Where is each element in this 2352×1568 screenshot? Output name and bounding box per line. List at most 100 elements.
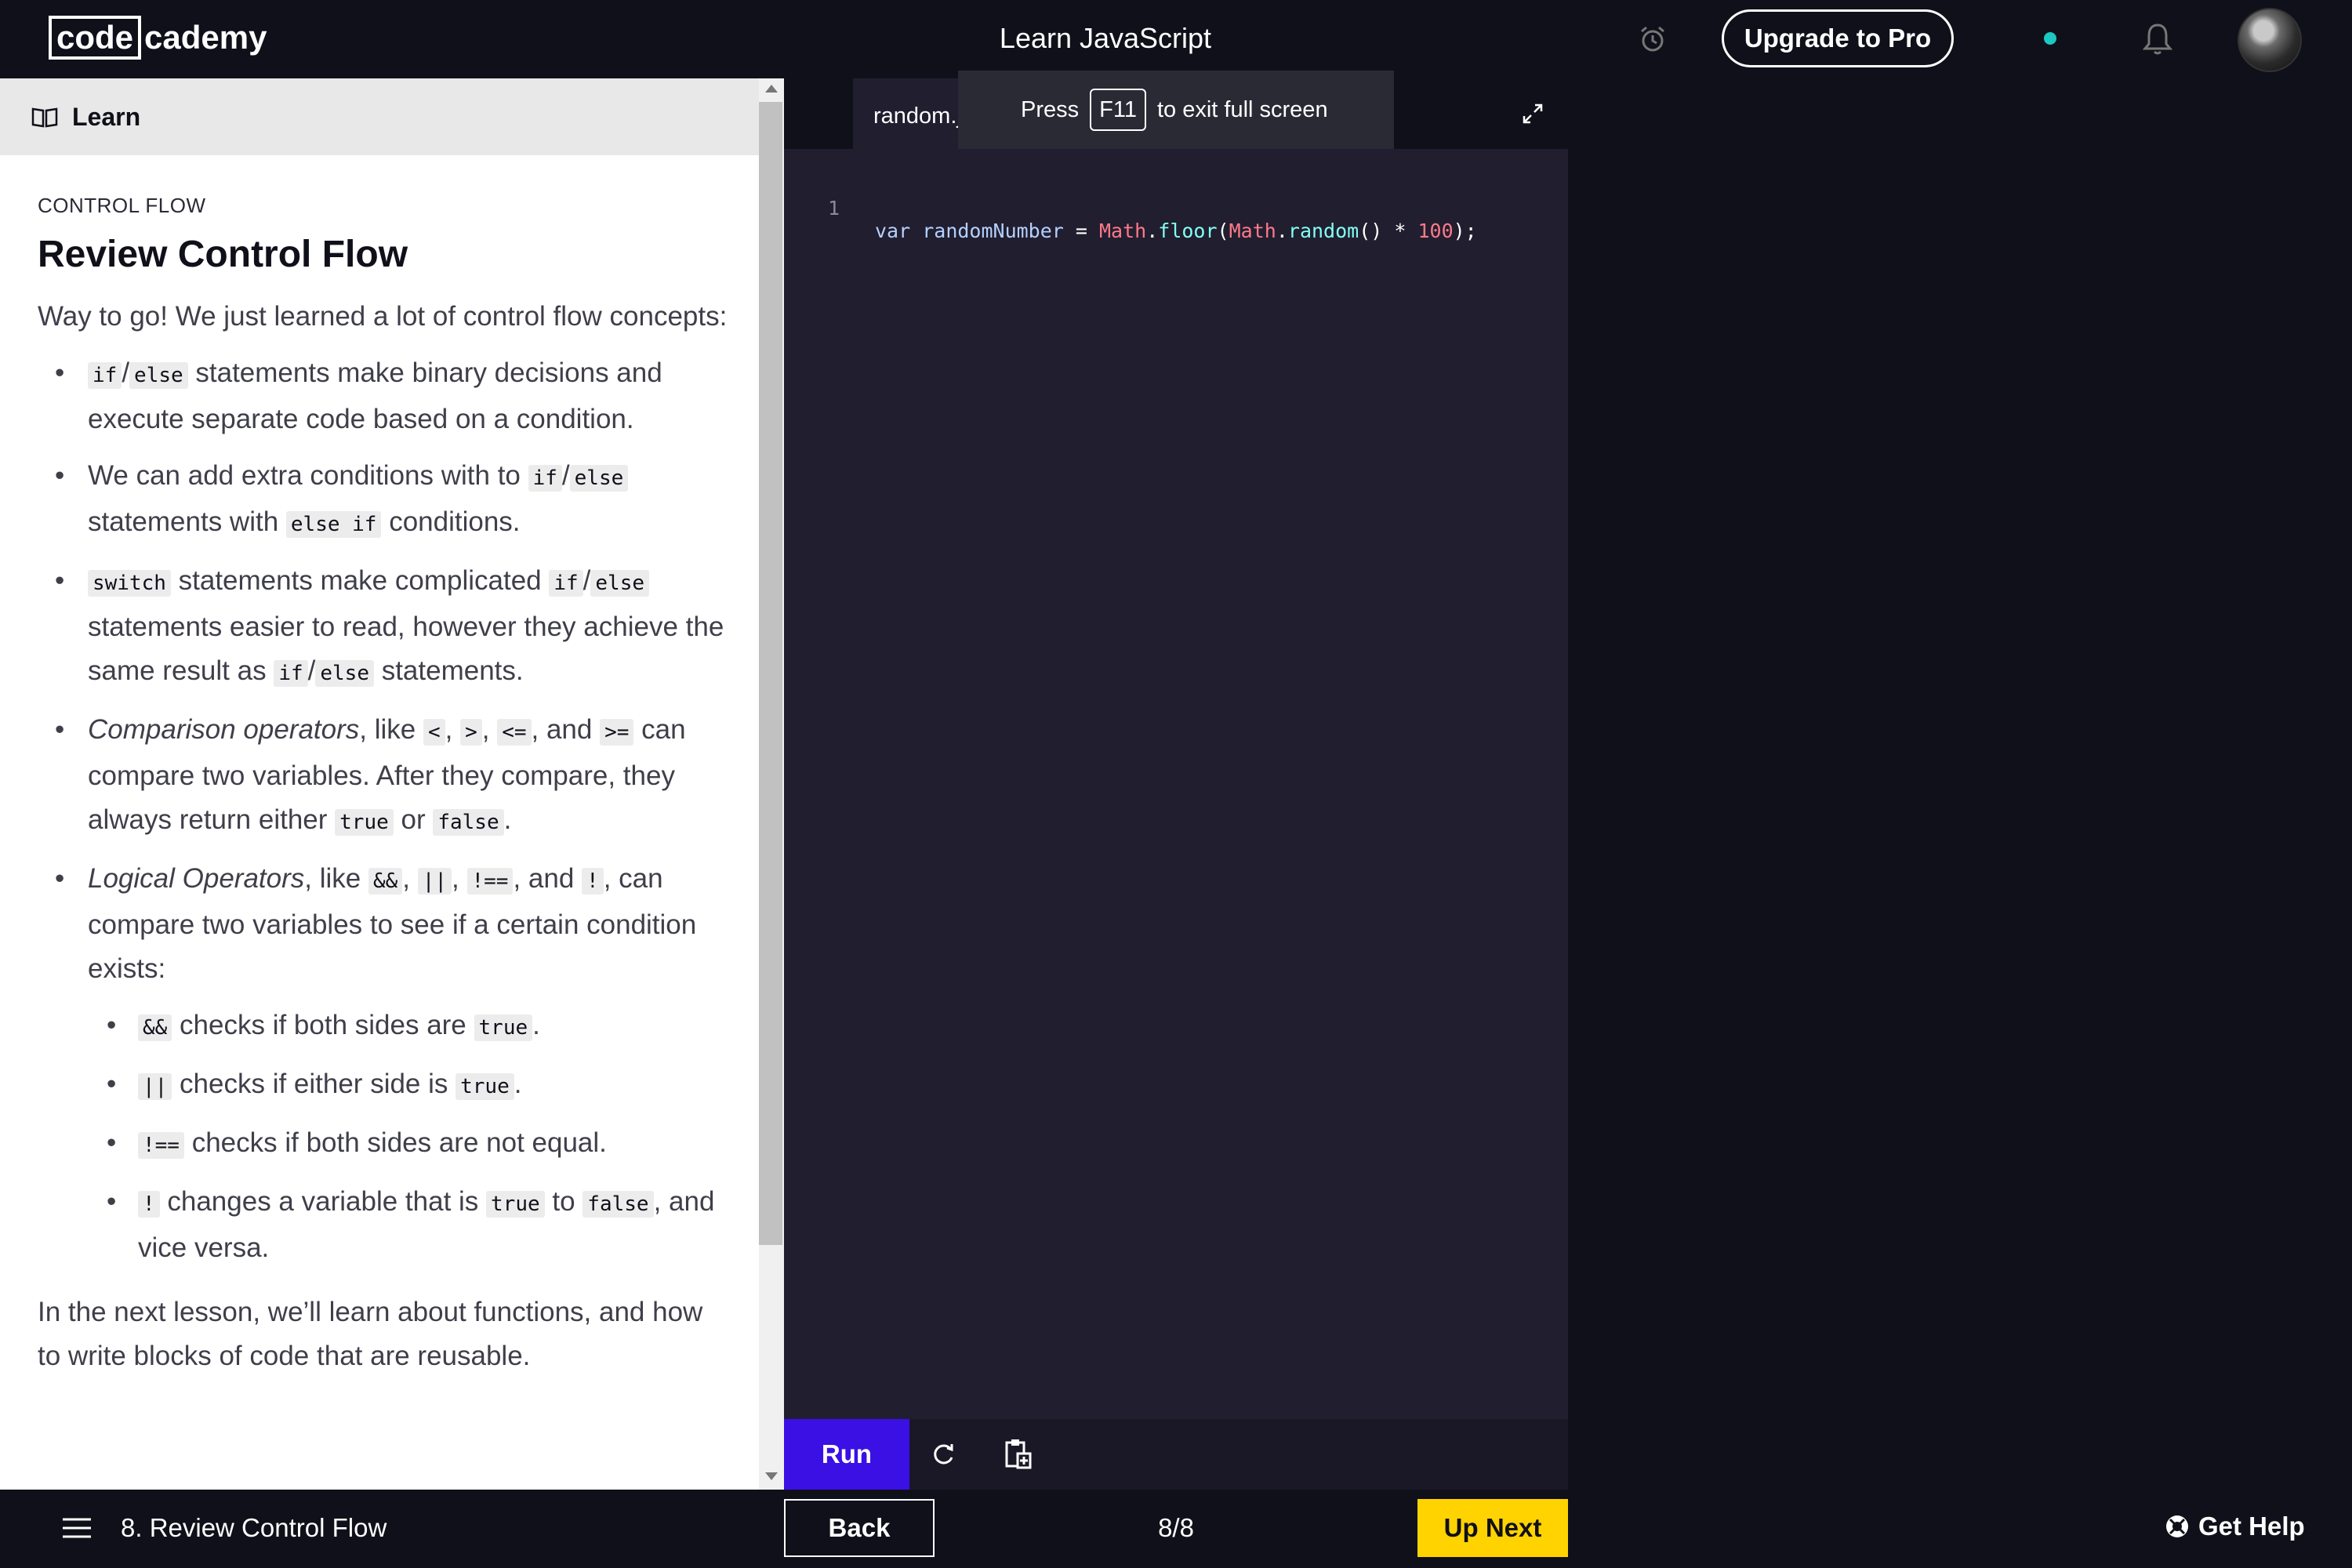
code-token: .: [1146, 220, 1159, 242]
codecademy-logo[interactable]: code cademy: [49, 16, 267, 60]
code-token: random: [1287, 220, 1359, 242]
inline-code: <=: [497, 719, 532, 746]
code-token: Math: [1229, 220, 1276, 242]
text-fragment: , like: [304, 863, 368, 894]
text-fragment: conditions.: [381, 506, 521, 537]
learn-tab-label: Learn: [72, 102, 141, 131]
hamburger-menu-icon[interactable]: [61, 1516, 93, 1540]
list-item: ! changes a variable that is true to fal…: [88, 1180, 728, 1270]
code-token: var: [875, 220, 911, 242]
inline-code: ||: [417, 868, 452, 895]
scroll-up-arrow-icon[interactable]: [765, 85, 778, 93]
expand-icon[interactable]: [1521, 102, 1544, 125]
inline-code: <: [423, 719, 445, 746]
f11-key: F11: [1090, 89, 1146, 131]
text-fragment: ,: [481, 714, 498, 745]
concept-list: if/else statements make binary decisions…: [38, 351, 728, 1270]
code-content[interactable]: var randomNumber = Math.floor(Math.rando…: [875, 220, 1477, 242]
inline-code: &&: [138, 1014, 172, 1041]
text-fragment: ,: [445, 714, 461, 745]
code-token: );: [1453, 220, 1477, 242]
lesson-kicker: CONTROL FLOW: [38, 194, 206, 217]
scroll-down-arrow-icon[interactable]: [765, 1472, 778, 1480]
text-fragment: ,: [452, 863, 467, 894]
up-next-button[interactable]: Up Next: [1417, 1499, 1568, 1557]
inline-code: true: [456, 1073, 514, 1100]
inline-code: false: [433, 809, 504, 836]
text-fragment: or: [393, 804, 434, 835]
list-item: if/else statements make binary decisions…: [38, 351, 728, 441]
get-help-button[interactable]: Get Help: [2164, 1512, 2305, 1541]
text-fragment: statements.: [373, 655, 524, 686]
list-item: switch statements make complicated if/el…: [38, 559, 728, 695]
code-token: =: [1063, 220, 1099, 242]
lesson-scrollbar-thumb[interactable]: [759, 102, 782, 1245]
notification-bell-icon[interactable]: [2140, 20, 2175, 56]
course-title: Learn JavaScript: [999, 22, 1212, 54]
current-lesson-label[interactable]: 8. Review Control Flow: [121, 1513, 387, 1543]
lesson-panel: Learn CONTROL FLOW Review Control Flow W…: [0, 78, 784, 1490]
list-item: || checks if either side is true.: [88, 1062, 728, 1109]
line-number: 1: [828, 197, 840, 220]
inline-code: false: [583, 1191, 654, 1218]
inline-code: !==: [466, 868, 514, 895]
logical-operator-list: && checks if both sides are true. || che…: [88, 1004, 728, 1270]
inline-code: &&: [368, 868, 403, 895]
text-fragment: /: [561, 460, 570, 491]
upgrade-to-pro-button[interactable]: Upgrade to Pro: [1722, 9, 1954, 67]
text-fragment: /: [307, 655, 316, 686]
code-token: randomNumber: [922, 220, 1064, 242]
emphasis-text: Logical Operators: [88, 863, 305, 894]
editor-footer: Run: [784, 1419, 1568, 1490]
inline-code: else: [129, 362, 188, 389]
list-item: We can add extra conditions with to if/e…: [38, 454, 728, 546]
book-icon: [31, 107, 58, 128]
code-line[interactable]: 1 var randomNumber = Math.floor(Math.ran…: [784, 174, 1568, 265]
text-fragment: .: [503, 804, 512, 835]
text-fragment: , like: [359, 714, 423, 745]
text-fragment: checks if both sides are not equal.: [183, 1127, 607, 1158]
copy-to-clipboard-icon[interactable]: [1002, 1436, 1033, 1472]
inline-code: !==: [138, 1132, 184, 1159]
status-dot: [2044, 32, 2056, 45]
text-fragment: /: [122, 358, 130, 388]
editor-tab-bar: random.js Press F11 to exit full screen: [784, 71, 1568, 149]
user-avatar[interactable]: [2238, 8, 2302, 72]
text-fragment: ,: [402, 863, 418, 894]
fullscreen-notice: Press F11 to exit full screen: [958, 71, 1394, 149]
lesson-outro: In the next lesson, we’ll learn about fu…: [38, 1297, 703, 1371]
text-fragment: , and: [531, 714, 601, 745]
inline-code: >=: [600, 719, 634, 746]
learn-tab[interactable]: Learn: [0, 78, 759, 155]
list-item: !== checks if both sides are not equal.: [88, 1121, 728, 1167]
alarm-clock-icon[interactable]: [1637, 24, 1668, 55]
code-token: 100: [1417, 220, 1454, 242]
inline-code: ||: [138, 1073, 172, 1100]
text-fragment: checks if either side is: [172, 1069, 456, 1099]
inline-code: if: [88, 362, 122, 389]
list-item: Logical Operators, like &&, ||, !==, and…: [38, 857, 728, 1270]
list-item: && checks if both sides are true.: [88, 1004, 728, 1050]
text-fragment: changes a variable that is: [159, 1186, 487, 1217]
text-fragment: , and: [513, 863, 583, 894]
text-fragment: /: [583, 565, 591, 596]
text-fragment: .: [514, 1069, 522, 1099]
text-fragment: .: [532, 1010, 540, 1040]
reset-icon[interactable]: [928, 1439, 958, 1469]
emphasis-text: Comparison operators: [88, 714, 360, 745]
output-panel: [1568, 78, 2352, 1490]
code-token: () *: [1359, 220, 1418, 242]
lesson-intro: Way to go! We just learned a lot of cont…: [38, 301, 728, 332]
inline-code: true: [335, 809, 394, 836]
text-fragment: to: [544, 1186, 583, 1217]
text-fragment: We can add extra conditions with to: [88, 460, 528, 491]
back-button[interactable]: Back: [784, 1499, 935, 1557]
lesson-progress: 8/8: [1158, 1513, 1194, 1542]
inline-code: true: [474, 1014, 533, 1041]
inline-code: if: [274, 660, 308, 687]
inline-code: !: [582, 868, 604, 895]
toast-rest-text: to exit full screen: [1156, 96, 1328, 122]
inline-code: else: [590, 570, 650, 597]
toast-press-text: Press: [1021, 96, 1080, 122]
run-button[interactable]: Run: [784, 1419, 909, 1490]
